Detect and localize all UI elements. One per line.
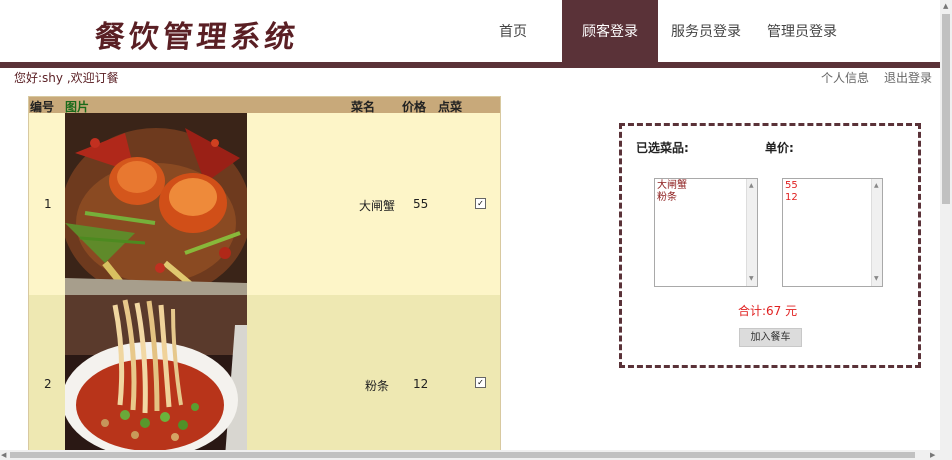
selected-items-label: 已选菜品: bbox=[636, 141, 689, 155]
nav-waiter-login[interactable]: 服务员登录 bbox=[668, 0, 744, 62]
listbox-scrollbar[interactable]: ▲ ▼ bbox=[871, 179, 882, 286]
site-header: 餐饮管理系统 首页 顾客登录 服务员登录 管理员登录 bbox=[0, 0, 940, 62]
scroll-down-icon[interactable]: ▼ bbox=[749, 273, 754, 285]
vertical-scroll-thumb[interactable] bbox=[942, 14, 950, 204]
page-vertical-scrollbar[interactable]: ▲ bbox=[940, 0, 952, 460]
order-checkbox[interactable]: ✓ bbox=[475, 198, 486, 209]
logout-link[interactable]: 退出登录 bbox=[884, 69, 932, 86]
order-total: 合计:67 元 bbox=[738, 304, 798, 318]
selected-items-listbox[interactable]: 大闸蟹 粉条 ▲ ▼ bbox=[654, 178, 758, 287]
noodle-dish-image bbox=[65, 295, 247, 457]
scroll-down-icon[interactable]: ▼ bbox=[874, 273, 879, 285]
nav-customer-login[interactable]: 顾客登录 bbox=[562, 0, 658, 62]
scroll-left-icon[interactable]: ◀ bbox=[1, 451, 6, 459]
scroll-right-icon[interactable]: ▶ bbox=[930, 451, 935, 459]
nav-home[interactable]: 首页 bbox=[483, 0, 543, 62]
dish-price: 12 bbox=[413, 377, 429, 391]
menu-table: 编号 图片 菜名 价格 点菜 1 大闸蟹 55 ✓ 2 粉条 12 ✓ bbox=[28, 96, 501, 458]
add-to-cart-button[interactable]: 加入餐车 bbox=[739, 328, 802, 347]
dish-price: 55 bbox=[413, 197, 429, 211]
dish-name: 粉条 bbox=[365, 379, 390, 393]
list-item[interactable]: 12 bbox=[785, 192, 880, 204]
table-row: 1 大闸蟹 55 ✓ bbox=[29, 113, 500, 295]
welcome-text: 您好:shy ,欢迎订餐 bbox=[14, 71, 119, 85]
dish-name: 大闸蟹 bbox=[359, 199, 396, 213]
page-horizontal-scrollbar[interactable]: ◀ ▶ bbox=[0, 450, 940, 460]
header-divider bbox=[0, 62, 940, 68]
listbox-scrollbar[interactable]: ▲ ▼ bbox=[746, 179, 757, 286]
table-header: 编号 图片 菜名 价格 点菜 bbox=[29, 97, 500, 114]
row-id: 2 bbox=[44, 377, 52, 391]
site-logo: 餐饮管理系统 bbox=[92, 20, 301, 55]
list-item[interactable]: 55 bbox=[785, 180, 880, 192]
list-item[interactable]: 粉条 bbox=[657, 192, 755, 204]
list-item[interactable]: 大闸蟹 bbox=[657, 180, 755, 192]
table-row: 2 粉条 12 ✓ bbox=[29, 295, 500, 457]
crab-dish-image bbox=[65, 113, 247, 295]
row-id: 1 bbox=[44, 197, 52, 211]
nav-admin-login[interactable]: 管理员登录 bbox=[764, 0, 840, 62]
order-checkbox[interactable]: ✓ bbox=[475, 377, 486, 388]
unit-price-label: 单价: bbox=[765, 141, 794, 155]
scroll-up-icon[interactable]: ▲ bbox=[749, 180, 754, 192]
horizontal-scroll-thumb[interactable] bbox=[10, 452, 915, 458]
profile-link[interactable]: 个人信息 bbox=[821, 69, 869, 86]
scroll-up-icon[interactable]: ▲ bbox=[943, 2, 948, 10]
scroll-up-icon[interactable]: ▲ bbox=[874, 180, 879, 192]
unit-prices-listbox[interactable]: 55 12 ▲ ▼ bbox=[782, 178, 883, 287]
